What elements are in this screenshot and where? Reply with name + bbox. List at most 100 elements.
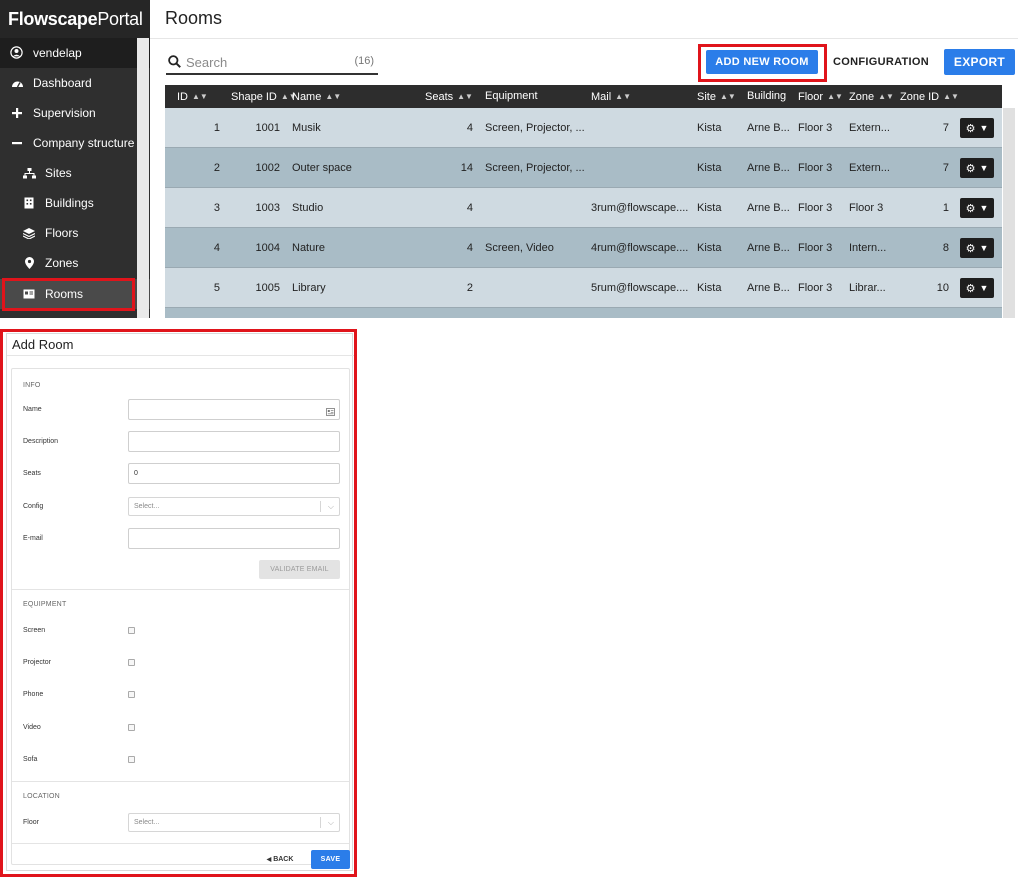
column-header-zone-id[interactable]: Zone ID ▲▼ [900,85,959,108]
cell-floor: Floor 3 [798,242,833,254]
sidebar-item-floors[interactable]: Floors [0,218,150,248]
table-row[interactable]: 3 1003 Studio 4 3rum@flowscape.... Kista… [165,188,1002,228]
cell-zone: Intern... [849,242,887,254]
brand-name-light: Portal [97,8,143,29]
projector-label: Projector [23,659,52,666]
cell-name: Studio [292,202,324,214]
config-select[interactable]: Select... ⌵ [128,497,340,516]
dialog-form-panel: INFO Name Description Seats 0 Config Sel… [11,368,350,869]
add-room-dialog: Add Room INFO Name Description Seats 0 C… [6,333,354,871]
export-button[interactable]: EXPORT [944,49,1015,75]
column-header-building[interactable]: Building [747,85,786,108]
phone-checkbox[interactable] [128,691,135,698]
table-row[interactable] [165,308,1002,318]
video-label: Video [23,724,41,731]
cell-zone: Librar... [849,282,886,294]
save-button[interactable]: SAVE [311,850,350,869]
table-scrollbar[interactable] [1003,108,1015,318]
configuration-button[interactable]: CONFIGURATION [832,50,930,74]
header-label: Seats [425,91,454,103]
description-field[interactable] [128,431,340,452]
header-label: Site [697,91,716,103]
cell-floor: Floor 3 [798,202,833,214]
table-row[interactable]: 4 1004 Nature 4 Screen, Video 4rum@flows… [165,228,1002,268]
cell-site: Kista [697,242,722,254]
sidebar-item-supervision[interactable]: Supervision [0,98,150,128]
column-header-name[interactable]: Name ▲▼ [292,85,341,108]
cell-name: Outer space [292,162,352,174]
sidebar-item-dashboard[interactable]: Dashboard [0,68,150,98]
screen-checkbox[interactable] [128,627,135,634]
back-button[interactable]: ◀ BACK [261,850,299,868]
caret-down-icon: ▼ [979,283,989,293]
cell-name: Musik [292,122,321,134]
row-actions-button[interactable]: ⚙ ▼ [960,238,994,258]
row-actions-button[interactable]: ⚙ ▼ [960,278,994,298]
email-field[interactable] [128,528,340,549]
sidebar-scrollbar[interactable] [137,38,149,318]
name-field[interactable] [128,399,340,420]
sort-icon: ▲▼ [719,92,736,101]
cell-site: Kista [697,122,722,134]
cell-id: 3 [213,202,220,214]
cell-id: 5 [213,282,220,294]
row-actions-button[interactable]: ⚙ ▼ [960,118,994,138]
sidebar-item-buildings[interactable]: Buildings [0,188,150,218]
caret-down-icon: ▼ [979,163,989,173]
page-title: Rooms [165,8,223,28]
cell-zone: Extern... [849,122,890,134]
building-icon [22,196,36,210]
cell-equipment [485,268,587,308]
sidebar-item-company-structure[interactable]: Company structure [0,128,150,158]
column-header-seats[interactable]: Seats ▲▼ [425,85,473,108]
row-actions-button[interactable]: ⚙ ▼ [960,198,994,218]
user-profile[interactable]: vendelap [0,38,150,68]
header-label: ID [177,91,188,103]
cell-site: Kista [697,162,722,174]
section-divider [12,589,349,590]
column-header-mail[interactable]: Mail ▲▼ [591,85,631,108]
rooms-highlight-box [2,278,135,311]
sidebar-item-sites[interactable]: Sites [0,158,150,188]
column-header-zone[interactable]: Zone ▲▼ [849,85,894,108]
table-row[interactable]: 1 1001 Musik 4 Screen, Projector, ... Ki… [165,108,1002,148]
cell-floor: Floor 3 [798,122,833,134]
projector-checkbox[interactable] [128,659,135,666]
floor-select[interactable]: Select... ⌵ [128,813,340,832]
column-header-id[interactable]: ID ▲▼ [177,85,208,108]
cell-seats: 4 [466,242,473,254]
row-actions-button[interactable]: ⚙ ▼ [960,158,994,178]
cell-shape-id: 1004 [255,242,280,254]
sidebar-item-zones[interactable]: Zones [0,248,150,278]
search-icon [168,55,181,73]
sitemap-icon [22,166,36,180]
column-header-floor[interactable]: Floor ▲▼ [798,85,843,108]
cell-zone: Extern... [849,162,890,174]
location-section-heading: LOCATION [23,793,60,800]
cell-zone-id: 10 [936,282,949,294]
column-header-site[interactable]: Site ▲▼ [697,85,736,108]
column-header-shape-id[interactable]: Shape ID ▲▼ [231,85,297,108]
add-new-room-button[interactable]: ADD NEW ROOM [706,50,818,74]
sofa-checkbox[interactable] [128,756,135,763]
table-row[interactable]: 5 1005 Library 2 5rum@flowscape.... Kist… [165,268,1002,308]
search-field[interactable]: (16) [166,52,378,75]
rooms-table: ID ▲▼ Shape ID ▲▼ Name ▲▼ Seats ▲▼ Equipment… [165,85,1002,318]
column-header-equipment: Equipment [485,85,538,108]
gear-icon: ⚙ [965,122,976,135]
search-result-count: (16) [354,55,374,67]
seats-field[interactable]: 0 [128,463,340,484]
brand-logo[interactable]: Flowscape Portal [0,0,150,38]
validate-email-button[interactable]: VALIDATE EMAIL [259,560,340,579]
search-input[interactable] [186,52,336,72]
caret-down-icon: ▼ [979,123,989,133]
caret-down-icon: ▼ [979,203,989,213]
table-row[interactable]: 2 1002 Outer space 14 Screen, Projector,… [165,148,1002,188]
dialog-title-divider [7,355,354,356]
chevron-down-icon: ⌵ [327,502,334,511]
user-circle-icon [10,46,24,60]
gear-icon: ⚙ [965,242,976,255]
video-checkbox[interactable] [128,724,135,731]
seats-label: Seats [23,470,41,477]
dashboard-gauge-icon [10,76,24,90]
